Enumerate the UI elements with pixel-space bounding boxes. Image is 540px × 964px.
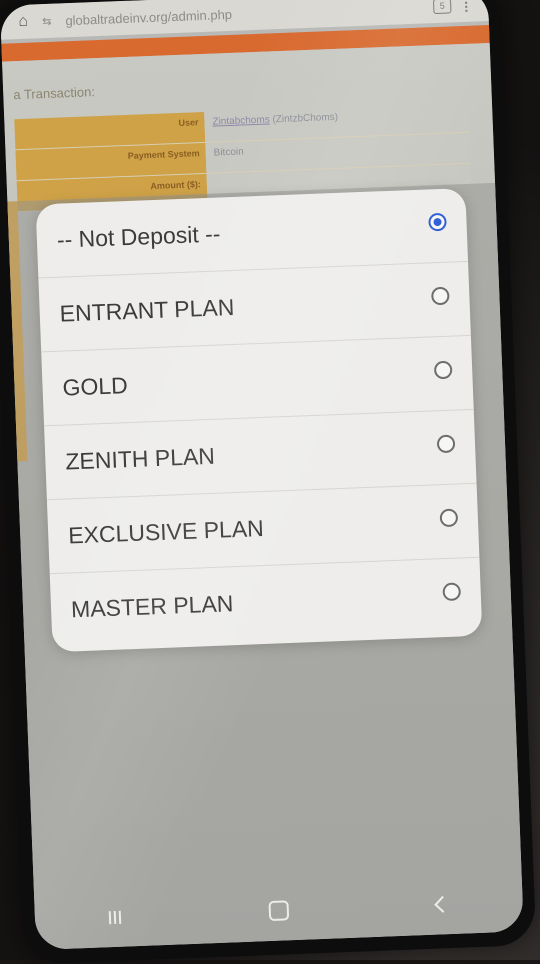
option-label: MASTER PLAN <box>70 590 234 623</box>
option-label: -- Not Deposit -- <box>56 220 221 253</box>
home-button-icon[interactable] <box>268 900 290 922</box>
option-label: EXCLUSIVE PLAN <box>67 514 265 549</box>
more-menu-icon[interactable] <box>464 0 471 12</box>
user-alias: (ZintzbChoms) <box>272 111 339 126</box>
radio-icon[interactable] <box>433 360 453 380</box>
option-label: ENTRANT PLAN <box>59 293 235 327</box>
option-master-plan[interactable]: MASTER PLAN <box>50 558 482 647</box>
radio-icon[interactable] <box>442 582 462 602</box>
url-text[interactable]: globaltradeinv.org/admin.php <box>65 0 419 27</box>
radio-icon[interactable] <box>439 508 459 528</box>
phone-device: ⌂ ⇆ globaltradeinv.org/admin.php 5 a Tra… <box>0 0 537 964</box>
user-link[interactable]: Zintabchoms <box>212 114 270 127</box>
home-icon[interactable]: ⌂ <box>18 13 28 31</box>
tab-switcher-icon[interactable]: 5 <box>432 0 452 14</box>
section-title: a Transaction: <box>13 84 96 103</box>
recents-icon[interactable] <box>108 910 122 924</box>
radio-icon[interactable] <box>431 286 450 306</box>
option-label: GOLD <box>62 372 129 401</box>
phone-screen: ⌂ ⇆ globaltradeinv.org/admin.php 5 a Tra… <box>0 0 524 951</box>
radio-selected-icon[interactable] <box>428 212 447 232</box>
radio-icon[interactable] <box>436 434 456 454</box>
back-icon[interactable] <box>434 895 452 913</box>
site-info-icon[interactable]: ⇆ <box>42 14 52 27</box>
plan-select-dialog: -- Not Deposit -- ENTRANT PLAN GOLD ZENI… <box>35 187 483 653</box>
option-label: ZENITH PLAN <box>64 442 216 475</box>
